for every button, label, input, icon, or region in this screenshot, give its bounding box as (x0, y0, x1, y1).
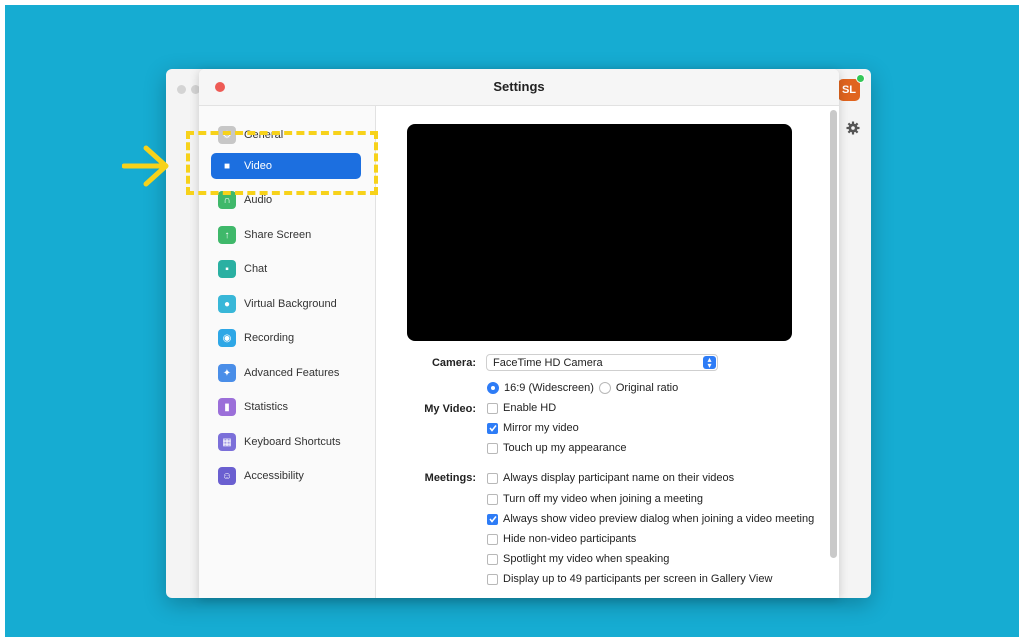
sidebar-item-statistics[interactable]: ▮ Statistics (211, 394, 361, 420)
chat-bubble-icon: ▪ (218, 260, 236, 278)
online-status-dot (856, 74, 865, 83)
video-preview (407, 124, 792, 341)
meeting-option[interactable]: Always show video preview dialog when jo… (487, 511, 814, 527)
checkbox-label: Always display participant name on their… (503, 472, 735, 484)
bar-chart-icon: ▮ (218, 398, 236, 416)
scrollbar[interactable] (830, 110, 837, 558)
checkbox-label: Enable HD (503, 402, 557, 414)
avatar-initials: SL (841, 84, 857, 96)
sidebar-item-advanced-features[interactable]: ✦ Advanced Features (211, 360, 361, 386)
sidebar-item-label: Keyboard Shortcuts (244, 436, 341, 448)
arrow-right-icon (122, 145, 169, 187)
aspect-ratio-options: 16:9 (Widescreen) Original ratio (487, 380, 678, 396)
sidebar-item-label: Audio (244, 194, 273, 206)
camera-label: Camera: (431, 357, 476, 369)
person-background-icon: ● (218, 295, 236, 313)
accessibility-icon: ☺ (218, 467, 236, 485)
sparkle-icon: ✦ (218, 364, 236, 382)
radio-original-ratio-label: Original ratio (615, 382, 679, 394)
sidebar-item-label: Accessibility (244, 470, 304, 482)
my-video-option[interactable]: Touch up my appearance (487, 440, 627, 456)
radio-widescreen-label: 16:9 (Widescreen) (504, 382, 594, 394)
checkbox-label: Spotlight my video when speaking (503, 553, 670, 565)
checkbox-label: Always show video preview dialog when jo… (503, 513, 815, 525)
checkmark-icon (488, 425, 497, 432)
radio-widescreen[interactable] (487, 382, 499, 394)
meeting-option[interactable]: Hide non-video participants (487, 531, 636, 547)
avatar[interactable]: SL (838, 79, 860, 101)
checkbox-label: Hide non-video participants (503, 533, 637, 545)
camera-select-value: FaceTime HD Camera (493, 357, 603, 369)
window-title: Settings (493, 79, 545, 94)
my-video-option[interactable]: Mirror my video (487, 420, 579, 436)
sidebar-item-accessibility[interactable]: ☺ Accessibility (211, 463, 361, 489)
sidebar-item-label: Share Screen (244, 229, 312, 241)
checkbox-label: Turn off my video when joining a meeting (503, 493, 703, 505)
checkbox[interactable] (487, 553, 498, 565)
checkbox[interactable] (487, 573, 498, 585)
meetings-label: Meetings: (424, 472, 476, 484)
sidebar-item-label: Chat (244, 263, 268, 275)
sidebar-item-label: Statistics (244, 401, 289, 413)
radio-original-ratio[interactable] (598, 382, 611, 394)
sidebar-item-label: Recording (244, 332, 295, 344)
keyboard-icon: ▦ (218, 433, 236, 451)
checkbox[interactable] (487, 402, 498, 414)
camera-select[interactable]: FaceTime HD Camera ▴ ▾ (486, 354, 718, 371)
meeting-option[interactable]: Turn off my video when joining a meeting (487, 491, 703, 507)
checkbox-label: Mirror my video (503, 422, 579, 434)
checkbox[interactable] (487, 513, 498, 525)
checkbox[interactable] (487, 493, 498, 505)
highlight-box (186, 131, 378, 195)
sidebar-item-label: Virtual Background (244, 298, 337, 310)
my-video-option[interactable]: Enable HD (487, 400, 556, 416)
checkbox-label: Display up to 49 participants per screen… (503, 573, 773, 585)
checkbox[interactable] (487, 422, 498, 434)
sidebar-item-virtual-background[interactable]: ● Virtual Background (211, 291, 361, 317)
chevron-up-down-icon: ▴ ▾ (703, 355, 716, 369)
sidebar-item-label: Advanced Features (244, 367, 340, 379)
sidebar-item-chat[interactable]: ▪ Chat (211, 256, 361, 282)
title-bar: Settings (199, 69, 839, 106)
checkbox-label: Touch up my appearance (503, 442, 627, 454)
checkmark-icon (488, 516, 497, 523)
meeting-option[interactable]: Spotlight my video when speaking (487, 551, 669, 567)
sidebar-item-keyboard-shortcuts[interactable]: ▦ Keyboard Shortcuts (211, 429, 361, 455)
checkbox[interactable] (487, 442, 498, 454)
checkbox[interactable] (487, 533, 498, 545)
my-video-label: My Video: (424, 403, 476, 415)
meeting-option[interactable]: Always display participant name on their… (487, 470, 734, 486)
meeting-option[interactable]: Display up to 49 participants per screen… (487, 571, 772, 587)
gear-icon[interactable] (846, 121, 860, 135)
share-screen-icon: ↑ (218, 226, 236, 244)
checkbox[interactable] (487, 472, 498, 484)
sidebar-item-recording[interactable]: ◉ Recording (211, 325, 361, 351)
sidebar-item-share-screen[interactable]: ↑ Share Screen (211, 222, 361, 248)
record-icon: ◉ (218, 329, 236, 347)
window-dot (177, 85, 186, 94)
video-settings-panel: Camera: FaceTime HD Camera ▴ ▾ 16:9 (Wide… (376, 106, 839, 598)
